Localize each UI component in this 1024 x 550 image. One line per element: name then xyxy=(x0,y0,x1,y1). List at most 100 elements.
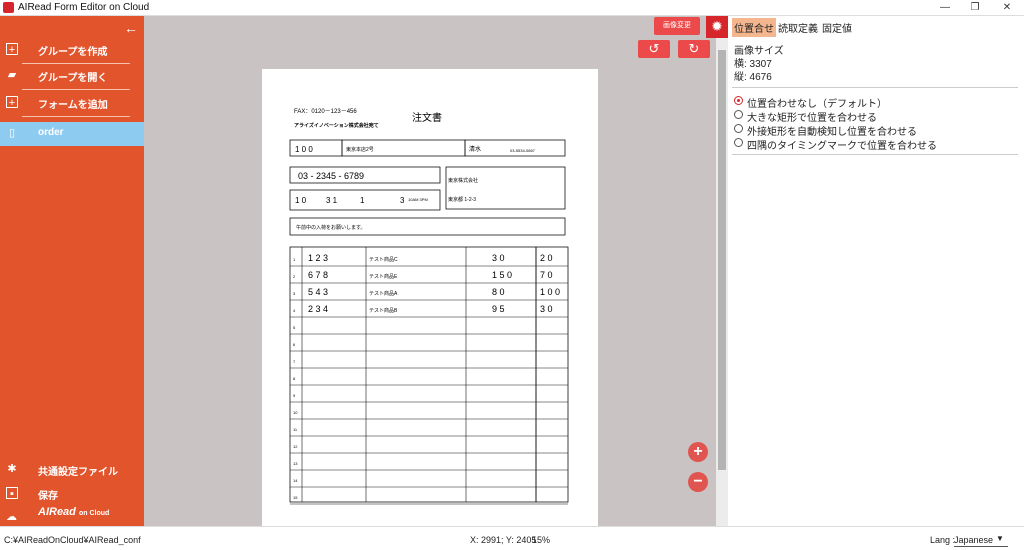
sidebar-item-label: order xyxy=(38,127,64,138)
cloud-icon: ☁ xyxy=(6,511,17,523)
save-icon: ▪ xyxy=(6,487,18,500)
table-cell-n: 4 xyxy=(293,308,296,313)
folder-open-icon: ▰ xyxy=(7,69,17,81)
doc-phone-small: 03-5534-0667 xyxy=(510,148,536,153)
table-cell-n: 8 xyxy=(293,376,296,381)
plus-square-icon: + xyxy=(6,96,18,109)
doc-option1: 1 xyxy=(360,196,365,205)
config-path: C:¥AIReadOnCloud¥AIRead_conf xyxy=(4,535,141,545)
lang-value: Japanese xyxy=(954,535,994,545)
sidebar-item-save[interactable]: ▪ 保存 xyxy=(0,482,144,506)
table-cell-n: 1 xyxy=(293,257,296,262)
doc-fax: FAX：0120－123－456 xyxy=(294,109,357,115)
doc-company: 東京株式会社 xyxy=(448,177,478,184)
vertical-scrollbar[interactable] xyxy=(716,16,728,526)
divider xyxy=(22,89,130,90)
radio-selected-icon xyxy=(734,96,743,105)
doc-customer-name: 東京本店2号 xyxy=(346,146,374,153)
rotate-right-button[interactable]: ↻ xyxy=(678,40,710,58)
table-cell-name: テスト商品C xyxy=(369,256,398,263)
properties-panel: 位置合せ 読取定義 固定値 画像サイズ 横: 3307 縦: 4676 位置合わせな… xyxy=(728,16,1024,526)
table-cell-n: 15 xyxy=(293,495,298,500)
doc-time-options: 10AM 3PM xyxy=(408,197,428,202)
sidebar: ← + グループを作成 ▰ グループを開く + フォームを追加 ▯ order … xyxy=(0,16,144,526)
doc-date-day: 3 1 xyxy=(326,196,338,205)
table-cell-price: 1 0 0 xyxy=(540,287,560,297)
status-bar: C:¥AIReadOnCloud¥AIRead_conf X: 2991; Y:… xyxy=(0,526,1024,550)
table-cell-code: 1 2 3 xyxy=(308,253,328,263)
document-icon: ▯ xyxy=(8,127,16,139)
doc-remarks: 午前中の入荷をお願いします。 xyxy=(296,224,366,231)
table-cell-n: 9 xyxy=(293,393,296,398)
doc-title: 注文書 xyxy=(412,111,442,124)
sidebar-item-label: 保存 xyxy=(38,491,58,502)
lang-select[interactable]: Japanese ▼ xyxy=(954,531,1008,547)
sidebar-item-order[interactable]: ▯ order xyxy=(0,122,144,146)
table-cell-n: 3 xyxy=(293,291,296,296)
app-icon xyxy=(3,2,14,13)
radio-icon xyxy=(734,110,743,119)
tab-alignment[interactable]: 位置合せ xyxy=(732,18,776,37)
table-cell-n: 7 xyxy=(293,359,296,364)
maximize-button[interactable]: ❐ xyxy=(960,0,990,16)
airead-logo: AIRead on Cloud xyxy=(38,506,110,518)
lang-label: Lang : xyxy=(930,535,956,545)
doc-to: アライズイノベーション株式会社宛て xyxy=(294,122,379,129)
doc-phone: 03 - 2345 - 6789 xyxy=(298,171,364,181)
tab-read-definition[interactable]: 読取定義 xyxy=(776,18,820,37)
table-cell-qty: 8 0 xyxy=(492,287,505,297)
chevron-down-icon: ▼ xyxy=(996,534,1004,543)
table-cell-n: 13 xyxy=(293,461,298,466)
zoom-out-button[interactable]: − xyxy=(688,472,708,492)
sidebar-item-label: フォームを追加 xyxy=(38,100,108,111)
table-cell-name: テスト商品B xyxy=(369,307,398,314)
settings-gear-icon[interactable]: ✹ xyxy=(706,16,728,38)
table-cell-code: 6 7 8 xyxy=(308,270,328,280)
sidebar-item-label: 共通設定ファイル xyxy=(38,467,118,478)
divider xyxy=(732,87,1018,88)
radio-icon xyxy=(734,138,743,147)
doc-contact: 清水 xyxy=(469,145,481,153)
image-height: 縦: 4676 xyxy=(734,72,772,83)
doc-customer-code: 1 0 0 xyxy=(295,145,313,154)
table-cell-code: 5 4 3 xyxy=(308,287,328,297)
sidebar-item-open-group[interactable]: ▰ グループを開く xyxy=(0,64,144,88)
sidebar-item-label: グループを作成 xyxy=(38,47,108,58)
table-cell-price: 7 0 xyxy=(540,270,553,280)
plus-square-icon: + xyxy=(6,43,18,56)
document-page: FAX：0120－123－456 注文書 アライズイノベーション株式会社宛て 1… xyxy=(262,69,598,526)
back-arrow-icon[interactable]: ← xyxy=(124,20,138,36)
table-cell-code: 2 3 4 xyxy=(308,304,328,314)
sidebar-item-add-form[interactable]: + フォームを追加 xyxy=(0,91,144,115)
sidebar-item-label: グループを開く xyxy=(38,73,108,84)
sidebar-item-create-group[interactable]: + グループを作成 xyxy=(0,38,144,62)
table-cell-name: テスト商品E xyxy=(369,273,398,280)
rotate-left-button[interactable]: ↺ xyxy=(638,40,670,58)
table-cell-qty: 1 5 0 xyxy=(492,270,512,280)
table-cell-price: 2 0 xyxy=(540,253,553,263)
title-bar: AIRead Form Editor on Cloud — ❐ ✕ xyxy=(0,0,1024,16)
doc-address: 東京都 1-2-3 xyxy=(448,196,476,203)
panel-tabs: 位置合せ 読取定義 固定値 xyxy=(732,18,854,37)
table-cell-n: 10 xyxy=(293,410,298,415)
image-change-button[interactable]: 画像変更 xyxy=(654,17,700,35)
tab-fixed-value[interactable]: 固定値 xyxy=(820,18,854,37)
doc-option2: 3 xyxy=(400,196,405,205)
table-cell-n: 5 xyxy=(293,325,296,330)
close-button[interactable]: ✕ xyxy=(992,0,1022,16)
divider xyxy=(22,116,130,117)
table-cell-n: 6 xyxy=(293,342,296,347)
zoom-in-button[interactable]: + xyxy=(688,442,708,462)
table-cell-n: 2 xyxy=(293,274,296,279)
sidebar-item-common-settings[interactable]: ✱ 共通設定ファイル xyxy=(0,458,144,482)
table-cell-price: 3 0 xyxy=(540,304,553,314)
scrollbar-thumb[interactable] xyxy=(718,50,726,470)
table-cell-qty: 9 5 xyxy=(492,304,505,314)
zoom-level: 15% xyxy=(532,535,551,545)
divider xyxy=(732,154,1018,155)
table-cell-n: 14 xyxy=(293,478,298,483)
radio-icon xyxy=(734,124,743,133)
minimize-button[interactable]: — xyxy=(930,0,960,16)
doc-date-digits: 1 0 xyxy=(295,196,307,205)
cursor-coords: X: 2991; Y: 2405 xyxy=(470,535,537,545)
